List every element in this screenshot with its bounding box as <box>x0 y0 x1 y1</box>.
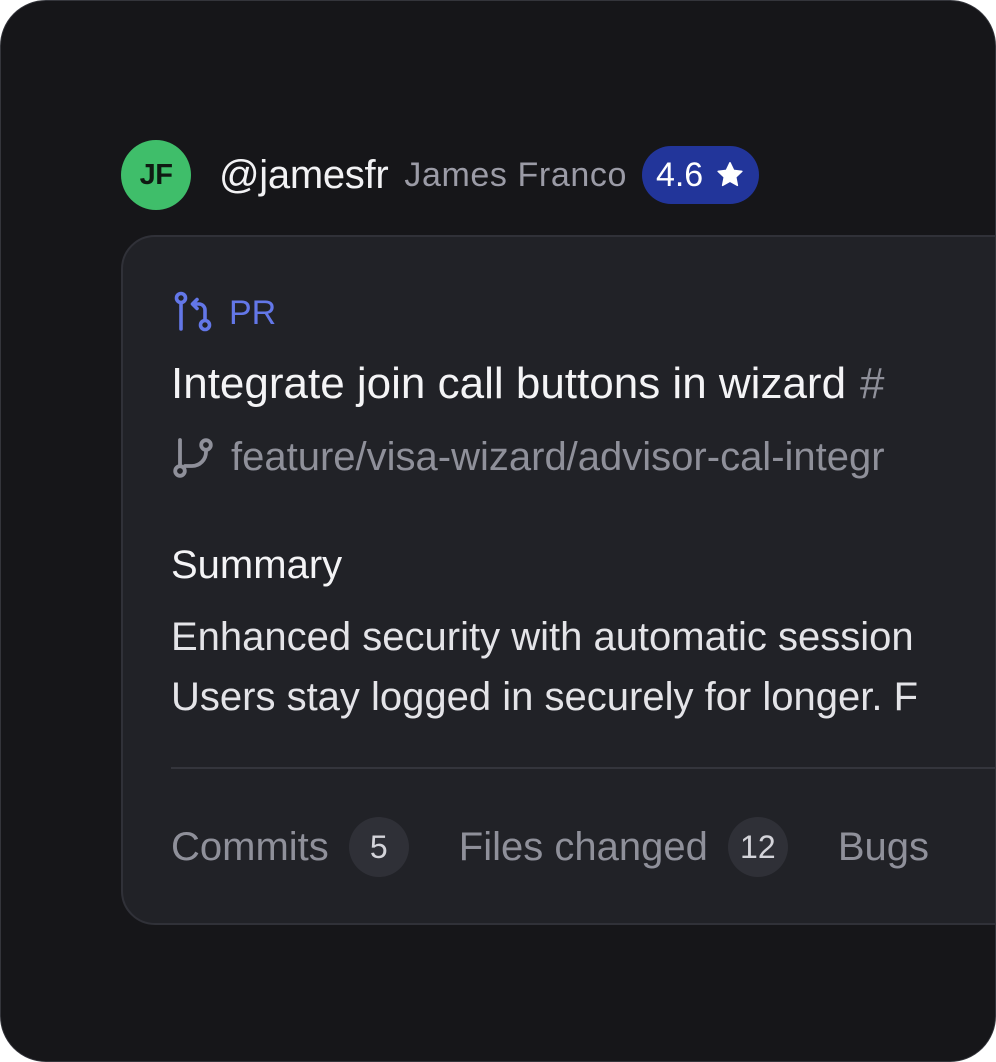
summary-line: Users stay logged in securely for longer… <box>171 675 919 719</box>
avatar-initials: JF <box>139 158 173 191</box>
stat-label: Commits <box>171 824 329 869</box>
author-row: JF @jamesfr James Franco 4.6 <box>121 140 760 210</box>
avatar[interactable]: JF <box>121 140 191 210</box>
branch-name[interactable]: feature/visa-wizard/advisor-cal-integr <box>231 435 885 480</box>
pr-type-label: PR <box>229 293 277 332</box>
pull-request-card[interactable]: PR Integrate join call buttons in wizard… <box>121 235 995 925</box>
pr-title-text: Integrate join call buttons in wizard <box>171 359 847 408</box>
user-handle[interactable]: @jamesfr <box>219 153 389 198</box>
stat-count-badge: 5 <box>348 817 409 877</box>
user-full-name: James Franco <box>404 155 627 194</box>
star-icon <box>717 162 743 187</box>
rating-badge: 4.6 <box>641 146 760 204</box>
pr-number: # <box>860 359 885 408</box>
git-pull-request-icon <box>174 291 212 332</box>
stat-label: Bugs <box>837 824 929 869</box>
git-branch-icon <box>173 437 213 478</box>
summary-text: Enhanced security with automatic session… <box>171 607 918 727</box>
app-window: JF @jamesfr James Franco 4.6 PR Integrat… <box>0 0 996 1062</box>
stat-commits[interactable]: Commits 5 <box>171 817 409 877</box>
divider <box>171 767 995 769</box>
stats-row: Commits 5 Files changed 12 Bugs <box>171 817 979 877</box>
stat-bugs[interactable]: Bugs <box>838 825 929 870</box>
rating-value: 4.6 <box>655 155 704 194</box>
pr-type-row: PR <box>171 291 276 335</box>
stat-count-badge: 12 <box>727 817 788 877</box>
pr-title[interactable]: Integrate join call buttons in wizard # <box>171 359 885 409</box>
summary-line: Enhanced security with automatic session <box>171 615 914 659</box>
stat-files-changed[interactable]: Files changed 12 <box>459 817 788 877</box>
branch-row: feature/visa-wizard/advisor-cal-integr <box>171 435 885 480</box>
summary-heading: Summary <box>171 543 343 587</box>
stat-label: Files changed <box>458 824 708 869</box>
